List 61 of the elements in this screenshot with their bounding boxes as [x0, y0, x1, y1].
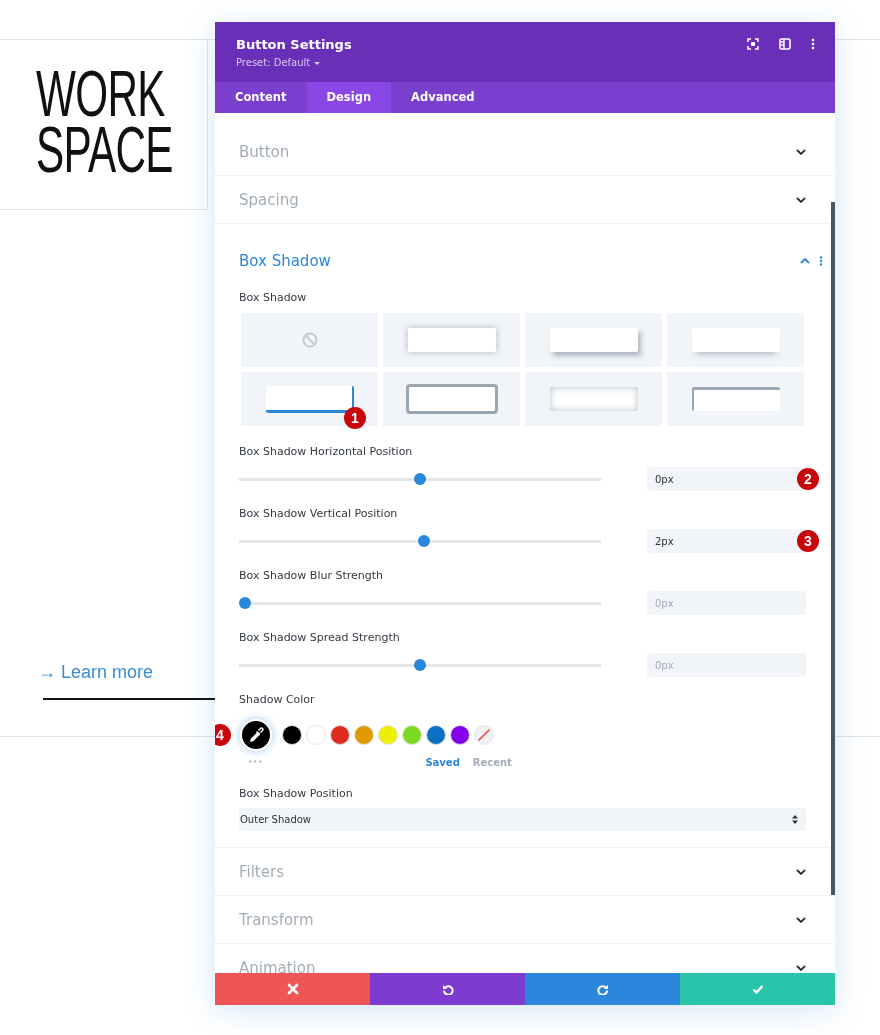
section-header[interactable]: Box Shadow: [215, 224, 835, 290]
eyedropper-icon[interactable]: [240, 719, 272, 751]
number-badge: 2: [797, 468, 819, 490]
color-swatch[interactable]: [354, 725, 374, 745]
scrollbar[interactable]: [831, 202, 835, 895]
number-badge: 1: [344, 407, 366, 429]
learn-more-link[interactable]: → Learn more: [38, 661, 154, 683]
field-label: Shadow Color: [239, 692, 315, 708]
chevron-down-icon[interactable]: [796, 868, 806, 875]
color-swatch[interactable]: [426, 725, 446, 745]
slider-thumb[interactable]: [239, 597, 251, 609]
focus-icon[interactable]: [747, 38, 759, 50]
color-swatch[interactable]: [378, 725, 398, 745]
value-field[interactable]: 0px: [647, 591, 806, 615]
panel-title: Button Settings: [236, 37, 352, 53]
split-view-icon[interactable]: [779, 38, 791, 50]
position-select[interactable]: Outer Shadow: [239, 808, 806, 831]
no-color-swatch[interactable]: [474, 725, 494, 745]
up-down-icon: [792, 815, 798, 824]
tab[interactable]: Advanced: [391, 82, 495, 113]
palette-tab[interactable]: Saved: [425, 756, 460, 768]
shadow-preset[interactable]: [667, 372, 804, 426]
slider-thumb[interactable]: [417, 535, 430, 547]
logo-text: SPACE: [36, 122, 173, 178]
field-label: Box Shadow Position: [239, 786, 353, 802]
tab[interactable]: Content: [215, 82, 307, 113]
more-options-icon[interactable]: [819, 256, 823, 266]
slider-thumb[interactable]: [414, 659, 426, 671]
section-header[interactable]: Transform: [215, 896, 835, 944]
close-icon: [286, 983, 299, 995]
color-swatch[interactable]: [282, 725, 302, 745]
redo-icon: [596, 983, 609, 995]
logo-text: WORK: [36, 66, 165, 122]
none-icon: [301, 332, 318, 348]
chevron-down-icon[interactable]: [796, 916, 806, 923]
chevron-down-icon[interactable]: [796, 196, 806, 203]
shadow-preset[interactable]: 1: [241, 372, 378, 426]
shadow-preset[interactable]: [383, 372, 520, 426]
more-options-icon[interactable]: [811, 38, 815, 50]
field-label: Box Shadow: [239, 290, 307, 306]
color-swatch[interactable]: [402, 725, 422, 745]
field-label: Box Shadow Blur Strength: [239, 568, 384, 584]
field-label: Box Shadow Spread Strength: [239, 630, 400, 646]
color-swatch[interactable]: [306, 725, 326, 745]
checkmark-icon: [751, 983, 764, 995]
chevron-down-icon[interactable]: [796, 964, 806, 971]
preset-dropdown[interactable]: Preset: Default: [236, 56, 321, 70]
undo-icon: [441, 983, 454, 995]
value-field[interactable]: 0px: [647, 653, 806, 677]
number-badge: 4: [215, 724, 231, 746]
section-header[interactable]: Button: [215, 128, 835, 176]
color-swatch[interactable]: [330, 725, 350, 745]
palette-tab[interactable]: Recent: [472, 756, 512, 768]
field-label: Box Shadow Horizontal Position: [239, 444, 413, 460]
tab[interactable]: Design: [306, 82, 392, 113]
field-label: Box Shadow Vertical Position: [239, 506, 398, 522]
slider-thumb[interactable]: [414, 473, 426, 485]
number-badge: 3: [797, 530, 819, 552]
color-swatch[interactable]: [450, 725, 470, 745]
chevron-up-icon[interactable]: [800, 258, 810, 264]
chevron-down-icon[interactable]: [796, 148, 806, 155]
